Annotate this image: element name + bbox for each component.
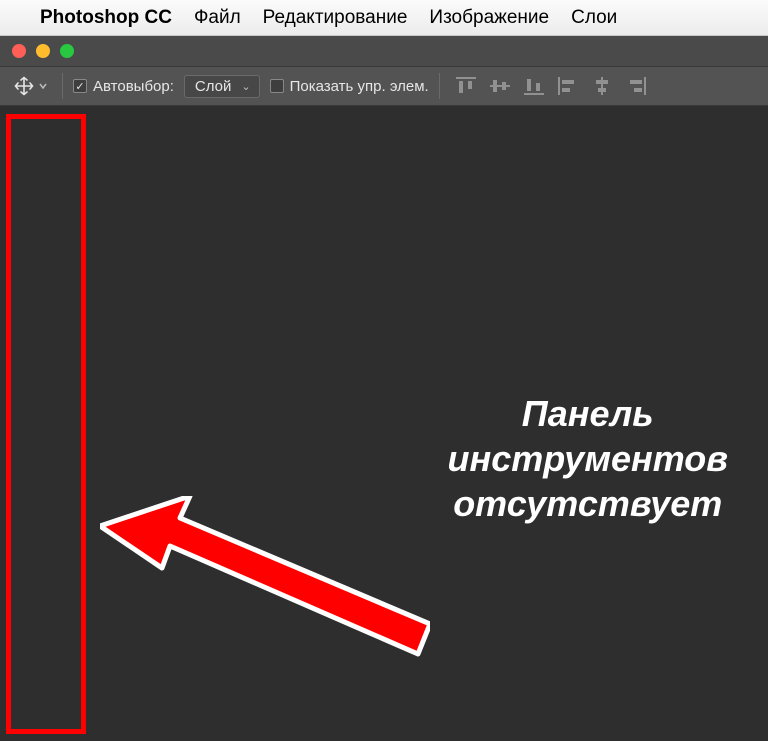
align-vcenter-icon[interactable] — [490, 77, 510, 95]
app-name[interactable]: Photoshop CC — [40, 7, 172, 29]
menu-file[interactable]: Файл — [194, 7, 241, 29]
macos-menubar: Photoshop CC Файл Редактирование Изображ… — [0, 0, 768, 36]
menu-layers[interactable]: Слои — [571, 7, 617, 29]
missing-tools-panel-highlight — [6, 114, 86, 734]
align-hcenter-icon[interactable] — [592, 77, 612, 95]
auto-select-checkbox[interactable]: Автовыбор: — [73, 78, 174, 95]
separator — [62, 73, 63, 99]
align-right-icon[interactable] — [626, 77, 646, 95]
align-top-icon[interactable] — [456, 77, 476, 95]
annotation-text: Панель инструментов отсутствует — [447, 391, 728, 526]
dropdown-value: Слой — [195, 78, 231, 95]
move-tool-indicator[interactable] — [10, 74, 52, 98]
window-minimize-button[interactable] — [36, 44, 50, 58]
menu-edit[interactable]: Редактирование — [263, 7, 408, 29]
chevron-down-icon — [38, 81, 48, 91]
auto-select-target-dropdown[interactable]: Слой ⌄ — [184, 75, 260, 98]
show-transform-checkbox[interactable]: Показать упр. элем. — [270, 78, 429, 95]
options-bar: Автовыбор: Слой ⌄ Показать упр. элем. — [0, 66, 768, 106]
show-transform-label: Показать упр. элем. — [290, 78, 429, 95]
align-left-icon[interactable] — [558, 77, 578, 95]
app-window: Автовыбор: Слой ⌄ Показать упр. элем. — [0, 36, 768, 741]
checkbox-checked-icon — [73, 79, 87, 93]
canvas-area: Панель инструментов отсутствует — [0, 106, 768, 741]
align-bottom-icon[interactable] — [524, 77, 544, 95]
menu-image[interactable]: Изображение — [429, 7, 549, 29]
chevron-down-icon: ⌄ — [241, 80, 250, 93]
window-titlebar — [0, 36, 768, 66]
window-maximize-button[interactable] — [60, 44, 74, 58]
separator — [439, 73, 440, 99]
auto-select-label: Автовыбор: — [93, 78, 174, 95]
move-tool-icon — [14, 76, 34, 96]
annotation-arrow-icon — [100, 496, 430, 666]
checkbox-unchecked-icon — [270, 79, 284, 93]
window-close-button[interactable] — [12, 44, 26, 58]
align-buttons-group — [456, 77, 646, 95]
